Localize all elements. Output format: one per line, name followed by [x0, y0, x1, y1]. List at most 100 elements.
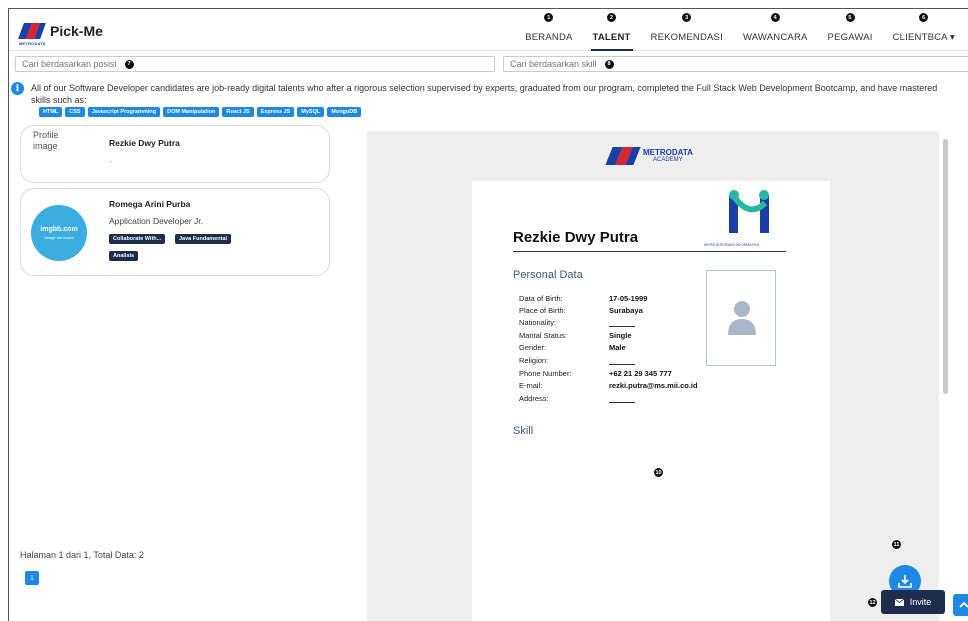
scroll-top-button[interactable] — [953, 594, 968, 616]
preview-scrollbar[interactable] — [943, 139, 948, 394]
marker-badge: 12 — [868, 598, 877, 607]
skill-tag: CSS — [65, 107, 85, 117]
avatar-subtext: Image not found — [44, 235, 74, 240]
user-silhouette-icon — [728, 301, 756, 335]
pagination-info: Halaman 1 dari 1, Total Data: 2 — [20, 550, 144, 560]
cv-field-row: Data of Birth: 17-05-1999 — [519, 294, 719, 304]
nav-label: TALENT — [592, 32, 631, 43]
skill-tag: HTML — [39, 107, 63, 117]
info-icon: i — [11, 82, 24, 95]
field-label: E-mail: — [519, 381, 543, 390]
field-label: Phone Number: — [519, 369, 572, 378]
candidate-name: Rezkie Dwy Putra — [109, 138, 180, 148]
logo-subtitle: METRODATA — [19, 41, 46, 46]
nav-talent[interactable]: 2 TALENT — [583, 9, 641, 51]
field-blank — [609, 326, 635, 327]
cv-field-row: Address: — [519, 394, 719, 404]
app-frame: METRODATA Pick-Me 1 BERANDA 2 TALENT 3 R… — [8, 8, 968, 621]
marker-badge: 3 — [682, 13, 692, 22]
candidate-skill-badge: Collaborate With... — [109, 234, 166, 244]
avatar-text: imgbb.com — [40, 226, 78, 233]
invite-button[interactable]: Invite — [881, 590, 945, 614]
field-value: rezki.putra@ms.mii.co.id — [609, 381, 698, 390]
marker-badge: 8 — [604, 59, 614, 69]
nav-label: CLIENTBCA ▾ — [892, 32, 955, 43]
field-value: 17-05-1999 — [609, 294, 648, 303]
marker-badge: 10 — [654, 468, 663, 477]
skill-tag: MongoDB — [327, 107, 362, 117]
nav-wawancara[interactable]: 4 WAWANCARA — [733, 9, 818, 51]
skill-tag: Javascript Programming — [87, 107, 161, 117]
cv-field-row: Phone Number: +62 21 29 345 777 — [519, 369, 719, 379]
logo-subtitle: ACADEMY — [653, 157, 683, 163]
field-label: Gender: — [519, 343, 547, 352]
cv-page: MITRA INTEGRASI INFORMATIKA Rezkie Dwy P… — [472, 181, 830, 621]
cv-field-row: Marital Status: Single — [519, 331, 719, 341]
field-blank — [609, 402, 635, 403]
marker-badge: 1 — [544, 13, 554, 22]
nav-label: WAWANCARA — [742, 32, 808, 43]
search-skill-input[interactable]: Cari berdasarkan skill 8 — [503, 56, 968, 72]
marker-badge: 11 — [892, 540, 901, 549]
field-blank — [609, 364, 635, 365]
envelope-icon — [894, 598, 904, 606]
skill-tag: Express JS — [256, 107, 295, 117]
chevron-up-icon — [959, 601, 968, 608]
skill-tag: React JS — [222, 107, 254, 117]
field-value: +62 21 29 345 777 — [609, 369, 672, 378]
marker-badge: 6 — [919, 13, 929, 22]
field-value: Single — [609, 331, 632, 340]
nav-label: PEGAWAI — [827, 32, 873, 43]
nav-client-dropdown[interactable]: 6 CLIENTBCA ▾ — [883, 9, 965, 51]
profile-image-alt: Profile image — [33, 130, 59, 151]
main-nav: 1 BERANDA 2 TALENT 3 REKOMENDASI 4 WAWAN… — [515, 9, 965, 51]
brand-logo[interactable]: METRODATA Pick-Me — [18, 21, 103, 46]
cv-field-row: Nationality: — [519, 318, 719, 328]
candidate-card[interactable]: imgbb.com Image not found Romega Arini P… — [20, 188, 330, 276]
company-caption: MITRA INTEGRASI INFORMATIKA — [704, 243, 760, 247]
avatar: imgbb.com Image not found — [31, 205, 87, 261]
field-value: Surabaya — [609, 306, 643, 315]
field-label: Marital Status: — [519, 331, 567, 340]
marker-badge: 7 — [124, 59, 134, 69]
marker-badge: 5 — [845, 13, 855, 22]
marker-badge: 2 — [607, 13, 617, 22]
brand-name: Pick-Me — [50, 23, 103, 39]
metrodata-logo-icon: METRODATA — [18, 21, 47, 46]
skill-tag: DOM Manipulation — [163, 107, 220, 117]
cv-field-row: Gender: Male — [519, 343, 719, 353]
search-position-input[interactable]: Cari berdasarkan posisi 7 — [15, 56, 495, 72]
field-label: Religion: — [519, 356, 549, 365]
candidate-skill-badge: Analisis — [109, 251, 139, 261]
page-button[interactable]: 1 — [25, 571, 39, 585]
nav-rekomendasi[interactable]: 3 REKOMENDASI — [641, 9, 733, 51]
cv-field-row: Place of Birth: Surabaya — [519, 306, 719, 316]
candidate-skill-badge: Java Fundamental — [175, 234, 231, 244]
cv-name: Rezkie Dwy Putra — [513, 229, 639, 246]
logo-title: METRODATA — [643, 148, 693, 157]
field-label: Address: — [519, 394, 549, 403]
field-value: Male — [609, 343, 626, 352]
cv-section-skill: Skill — [513, 425, 534, 437]
marker-badge: 4 — [770, 13, 780, 22]
search-position-placeholder: Cari berdasarkan posisi — [22, 59, 117, 69]
candidate-name: Romega Arini Purba — [109, 199, 191, 209]
skill-tags: HTML CSS Javascript Programming DOM Mani… — [39, 107, 362, 117]
cv-section-personal: Personal Data — [513, 269, 583, 281]
top-navbar: METRODATA Pick-Me 1 BERANDA 2 TALENT 3 R… — [9, 9, 968, 51]
nav-beranda[interactable]: 1 BERANDA — [515, 9, 582, 51]
nav-label: REKOMENDASI — [650, 32, 723, 43]
field-label: Nationality: — [519, 318, 557, 327]
candidate-role: - — [109, 156, 112, 166]
nav-label: BERANDA — [525, 32, 573, 43]
cv-preview-panel[interactable]: METRODATA ACADEMY MITRA INTEGRASI INFORM… — [367, 131, 939, 621]
candidate-card[interactable]: Profile image Rezkie Dwy Putra - — [20, 125, 330, 183]
metrodata-academy-logo: METRODATA ACADEMY — [605, 145, 693, 167]
company-logo-icon — [729, 190, 769, 233]
cv-divider — [513, 251, 786, 252]
candidate-role: Application Developer Jr. — [109, 216, 204, 226]
skill-tag: MySQL — [297, 107, 325, 117]
field-label: Data of Birth: — [519, 294, 563, 303]
photo-placeholder — [706, 270, 776, 366]
nav-pegawai[interactable]: 5 PEGAWAI — [818, 9, 883, 51]
